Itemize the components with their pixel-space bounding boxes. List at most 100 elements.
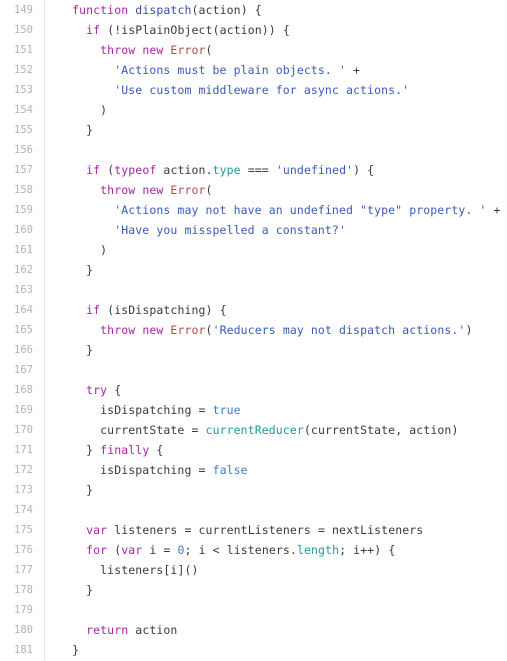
code-line[interactable]: 173 } [0,480,507,500]
code-line[interactable]: 163 [0,280,507,300]
line-content[interactable] [33,600,507,620]
code-line[interactable]: 175 var listeners = currentListeners = n… [0,520,507,540]
line-content[interactable]: var listeners = currentListeners = nextL… [33,520,507,540]
line-content[interactable]: if (!isPlainObject(action)) { [33,20,507,40]
line-number: 154 [14,104,33,116]
line-content[interactable]: currentState = currentReducer(currentSta… [33,420,507,440]
line-content[interactable]: } [33,580,507,600]
token-punct: . [289,543,297,557]
token-class: Error [170,323,206,337]
line-content[interactable]: } [33,340,507,360]
line-content[interactable]: } [33,260,507,280]
code-line[interactable]: 178 } [0,580,507,600]
line-number: 157 [14,164,33,176]
code-line[interactable]: 164 if (isDispatching) { [0,300,507,320]
line-number: 156 [14,144,33,156]
line-content[interactable]: throw new Error( [33,180,507,200]
token-plain: action [219,23,262,37]
line-content[interactable]: ) [33,240,507,260]
code-line[interactable]: 166 } [0,340,507,360]
code-line[interactable]: 162 } [0,260,507,280]
line-content[interactable]: } [33,480,507,500]
code-line[interactable]: 171 } finally { [0,440,507,460]
line-number: 168 [14,384,33,396]
token-keyword: throw [100,183,136,197]
code-line[interactable]: 152 'Actions must be plain objects. ' + [0,60,507,80]
token-punct: } [86,583,94,597]
code-line[interactable]: 172 isDispatching = false [0,460,507,480]
line-content[interactable]: for (var i = 0; i < listeners.length; i+… [33,540,507,560]
code-line[interactable]: 174 [0,500,507,520]
line-content[interactable]: if (typeof action.type === 'undefined') … [33,160,507,180]
token-plain: nextListeners [332,523,424,537]
code-line[interactable]: 153 'Use custom middleware for async act… [0,80,507,100]
line-content[interactable]: 'Actions must be plain objects. ' + [33,60,507,80]
line-number: 169 [14,404,33,416]
line-content[interactable]: throw new Error( [33,40,507,60]
line-content[interactable]: return action [33,620,507,640]
code-line[interactable]: 156 [0,140,507,160]
code-line[interactable]: 159 'Actions may not have an undefined "… [0,200,507,220]
code-line[interactable]: 169 isDispatching = true [0,400,507,420]
token-punct: ]() [177,563,199,577]
token-keyword: new [142,183,164,197]
code-line[interactable]: 155 } [0,120,507,140]
token-plain: action [135,623,178,637]
line-content[interactable] [33,280,507,300]
line-content[interactable]: if (isDispatching) { [33,300,507,320]
code-line[interactable]: 179 [0,600,507,620]
code-line[interactable]: 181 } [0,640,507,660]
code-line[interactable]: 177 listeners[i]() [0,560,507,580]
token-operator: === [247,163,269,177]
code-line[interactable]: 157 if (typeof action.type === 'undefine… [0,160,507,180]
line-content[interactable]: 'Have you misspelled a constant?' [33,220,507,240]
line-content[interactable]: try { [33,380,507,400]
code-line[interactable]: 149 function dispatch(action) { [0,0,507,20]
code-line[interactable]: 170 currentState = currentReducer(curren… [0,420,507,440]
line-content[interactable]: function dispatch(action) { [33,0,507,20]
line-content[interactable]: throw new Error('Reducers may not dispat… [33,320,507,340]
code-line[interactable]: 165 throw new Error('Reducers may not di… [0,320,507,340]
line-content[interactable]: } [33,640,507,660]
token-keyword: var [86,523,108,537]
token-punct: } [86,263,94,277]
code-line[interactable]: 154 ) [0,100,507,120]
code-line[interactable]: 158 throw new Error( [0,180,507,200]
code-line[interactable]: 180 return action [0,620,507,640]
line-content[interactable]: isDispatching = true [33,400,507,420]
token-plain: currentState [100,423,185,437]
token-punct: ( [212,23,220,37]
line-content[interactable] [33,500,507,520]
code-viewer[interactable]: 149 function dispatch(action) {150 if (!… [0,0,507,661]
code-line[interactable]: 161 ) [0,240,507,260]
code-line[interactable]: 150 if (!isPlainObject(action)) { [0,20,507,40]
line-content[interactable]: 'Use custom middleware for async actions… [33,80,507,100]
token-plain: currentState [310,423,396,437]
token-operator: = [191,423,199,437]
line-content[interactable]: listeners[i]() [33,560,507,580]
line-content[interactable]: ) [33,100,507,120]
line-content[interactable]: 'Actions may not have an undefined "type… [33,200,507,220]
code-line[interactable]: 160 'Have you misspelled a constant?' [0,220,507,240]
code-line[interactable]: 167 [0,360,507,380]
code-line[interactable]: 168 try { [0,380,507,400]
line-content[interactable]: } finally { [33,440,507,460]
line-content[interactable] [33,360,507,380]
line-number: 177 [14,564,33,576]
code-line[interactable]: 176 for (var i = 0; i < listeners.length… [0,540,507,560]
line-content[interactable]: isDispatching = false [33,460,507,480]
line-content[interactable] [33,140,507,160]
line-content[interactable]: } [33,120,507,140]
token-boolean: false [212,463,248,477]
code-line[interactable]: 151 throw new Error( [0,40,507,60]
token-plain: isPlainObject [121,23,213,37]
token-punct: ) { [205,303,227,317]
